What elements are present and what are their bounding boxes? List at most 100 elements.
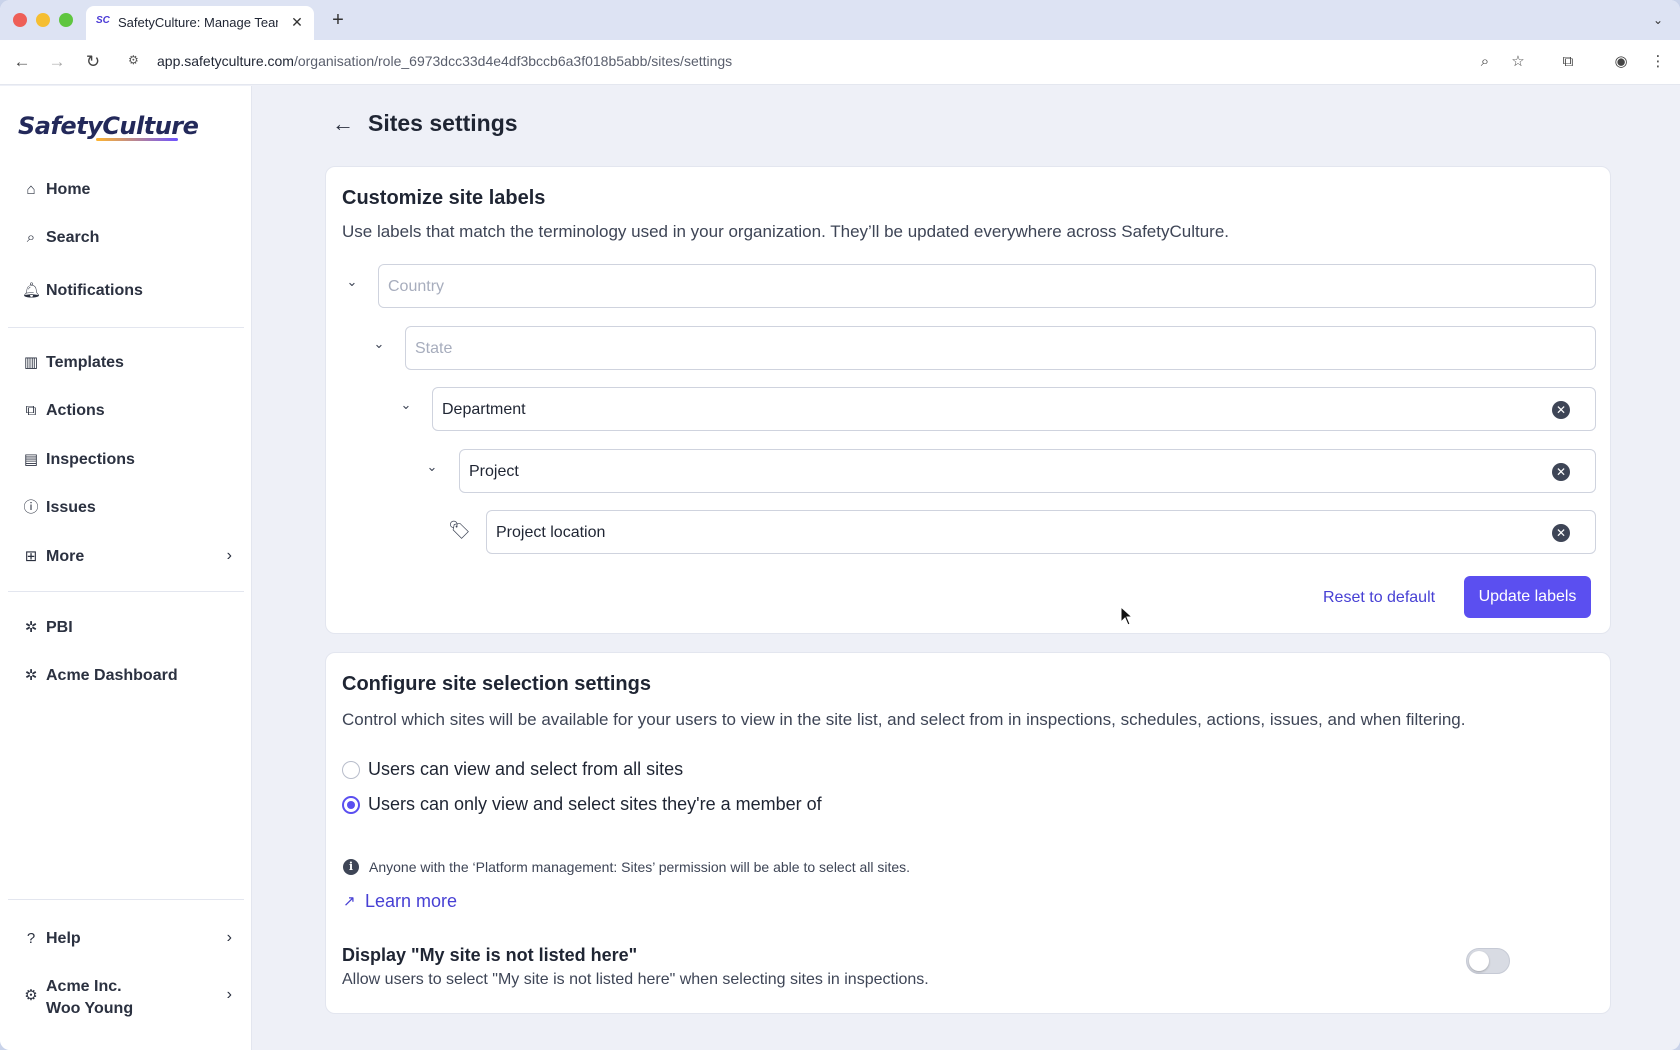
org-name: Acme Inc.: [46, 978, 122, 995]
back-arrow-icon[interactable]: ←: [10, 50, 34, 74]
sidebar-item-label: Notifications: [46, 282, 143, 299]
site-selection-card: Configure site selection settings Contro…: [325, 652, 1611, 1014]
help-icon: ?: [26, 930, 36, 947]
update-labels-button[interactable]: Update labels: [1464, 576, 1591, 618]
field-value: Project: [469, 463, 519, 480]
label-field-level-4[interactable]: Project ✕: [459, 449, 1596, 493]
sidebar-item-notifications[interactable]: 🔔︎ Notifications: [8, 271, 244, 311]
tab-title: SafetyCulture: Manage Teams: [118, 15, 278, 30]
sidebar-item-acme-dashboard[interactable]: ✲ Acme Dashboard: [8, 656, 244, 696]
logo[interactable]: SafetyCulture: [18, 112, 199, 140]
chevron-down-icon[interactable]: ⌄: [397, 396, 415, 414]
chevron-down-icon[interactable]: ⌄: [1648, 10, 1668, 30]
sidebar-item-label: Inspections: [46, 451, 135, 468]
toggle-description: Allow users to select "My site is not li…: [342, 971, 929, 988]
favicon-icon: SC: [96, 15, 110, 26]
close-icon[interactable]: ✕: [288, 13, 306, 31]
site-info-icon[interactable]: ⚙: [128, 53, 146, 71]
field-value: Project location: [496, 524, 606, 541]
sidebar-item-home[interactable]: ⌂ Home: [8, 170, 244, 210]
reset-to-default-button[interactable]: Reset to default: [1323, 589, 1435, 607]
label-field-level-2[interactable]: State: [405, 326, 1596, 370]
logo-underline: [96, 138, 178, 141]
chevron-down-icon[interactable]: ⌄: [343, 273, 361, 291]
sidebar-item-label: Templates: [46, 354, 124, 371]
bell-icon: 🔔︎: [22, 282, 42, 299]
label-field-level-5[interactable]: Project location ✕: [486, 510, 1596, 554]
address-bar[interactable]: app.safetyculture.com/organisation/role_…: [157, 53, 732, 69]
sidebar-item-label: Acme Dashboard: [46, 667, 178, 684]
label-field-level-3[interactable]: Department ✕: [432, 387, 1596, 431]
sidebar-item-label: Issues: [46, 499, 96, 516]
sidebar-item-issues[interactable]: ⓘ Issues: [8, 488, 244, 528]
field-value: Department: [442, 401, 526, 418]
close-window-button[interactable]: [13, 13, 27, 27]
sidebar-item-label: Search: [46, 229, 100, 246]
sidebar-item-help[interactable]: ? Help ›: [8, 919, 244, 959]
learn-more-link[interactable]: Learn more: [365, 891, 457, 912]
card-title: Customize site labels: [342, 187, 546, 209]
sidebar-item-label: Help: [46, 930, 81, 947]
sidebar-item-more[interactable]: ⊞ More ›: [8, 537, 244, 577]
site-labels-card: Customize site labels Use labels that ma…: [325, 166, 1611, 634]
maximize-window-button[interactable]: [59, 13, 73, 27]
extensions-icon[interactable]: ⧉: [1557, 51, 1579, 73]
user-name: Woo Young: [46, 1000, 134, 1017]
new-tab-button[interactable]: +: [326, 8, 350, 32]
radio-label: Users can view and select from all sites: [368, 759, 684, 779]
templates-icon: ▥: [23, 354, 39, 371]
issues-icon: ⓘ: [23, 499, 39, 516]
card-title: Configure site selection settings: [342, 673, 651, 695]
not-listed-toggle[interactable]: [1466, 948, 1510, 974]
divider: [8, 591, 244, 592]
sidebar-item-search[interactable]: ⌕ Search: [8, 218, 244, 258]
browser-tab[interactable]: SC SafetyCulture: Manage Teams ✕: [86, 6, 314, 40]
chevron-down-icon[interactable]: ⌄: [370, 335, 388, 353]
profile-icon[interactable]: ◉: [1610, 51, 1632, 73]
url-path: /organisation/role_6973dcc33d4e4df3bccb6…: [293, 53, 733, 69]
chevron-right-icon: ›: [226, 986, 232, 1003]
chevron-down-icon[interactable]: ⌄: [423, 458, 441, 476]
puzzle-icon: ✲: [24, 667, 38, 684]
chevron-right-icon: ›: [226, 547, 232, 564]
menu-icon[interactable]: ⋮: [1647, 51, 1669, 73]
mouse-cursor: [1120, 606, 1134, 626]
clear-icon[interactable]: ✕: [1552, 401, 1570, 419]
radio-button[interactable]: [342, 761, 360, 779]
account-label: Acme Inc. Woo Young: [46, 976, 133, 1020]
browser-toolbar: ← → ↻ ⚙ app.safetyculture.com/organisati…: [0, 40, 1680, 85]
sidebar-item-label: Actions: [46, 402, 105, 419]
label-field-level-1[interactable]: Country: [378, 264, 1596, 308]
tag-icon: 🏷︎: [448, 520, 471, 540]
puzzle-icon: ✲: [24, 619, 38, 636]
info-text: Anyone with the ‘Platform management: Si…: [369, 859, 911, 875]
radio-button-selected[interactable]: [342, 796, 360, 814]
minimize-window-button[interactable]: [36, 13, 50, 27]
url-host: app.safetyculture.com: [157, 53, 294, 69]
placeholder: Country: [388, 278, 445, 295]
divider: [8, 899, 244, 900]
inspections-icon: ▤: [23, 451, 39, 468]
sidebar-item-actions[interactable]: ⧉ Actions: [8, 391, 244, 431]
clear-icon[interactable]: ✕: [1552, 524, 1570, 542]
grid-icon: ⊞: [24, 548, 38, 565]
sidebar-item-inspections[interactable]: ▤ Inspections: [8, 440, 244, 480]
card-description: Use labels that match the terminology us…: [342, 222, 1229, 241]
search-icon: ⌕: [26, 229, 36, 246]
radio-option-member-sites[interactable]: Users can only view and select sites the…: [342, 793, 862, 817]
clear-icon[interactable]: ✕: [1552, 463, 1570, 481]
zoom-icon[interactable]: ⌕: [1474, 51, 1496, 73]
star-icon[interactable]: ☆: [1507, 51, 1529, 73]
chevron-right-icon: ›: [226, 929, 232, 946]
sidebar-item-label: PBI: [46, 619, 73, 636]
main-content: ← Sites settings Customize site labels U…: [253, 86, 1680, 1050]
back-arrow-icon[interactable]: ←: [329, 110, 357, 138]
radio-label: Users can only view and select sites the…: [368, 794, 822, 814]
sidebar-item-label: Home: [46, 181, 91, 198]
radio-option-all-sites[interactable]: Users can view and select from all sites: [342, 758, 742, 782]
reload-icon[interactable]: ↻: [81, 50, 105, 74]
forward-arrow-icon[interactable]: →: [45, 50, 69, 74]
sidebar-item-templates[interactable]: ▥ Templates: [8, 343, 244, 383]
sidebar-item-account[interactable]: ⚙ Acme Inc. Woo Young ›: [8, 970, 244, 1022]
sidebar-item-pbi[interactable]: ✲ PBI: [8, 608, 244, 648]
